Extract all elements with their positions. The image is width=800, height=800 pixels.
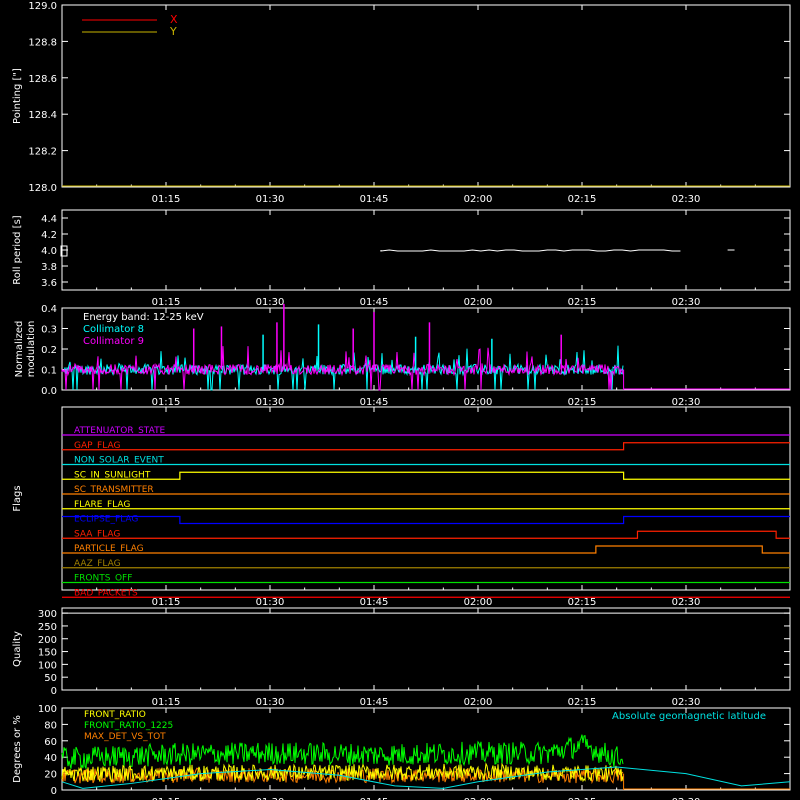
- panel-flags: 01:15 01:30 01:45 02:00 02:15 02:30FlagsATTEN…: [12, 406, 791, 608]
- flag-trace-saa-flag: [62, 530, 790, 539]
- x-tick-label: 02:00: [464, 297, 493, 308]
- flag-trace-eclipse-flag: [62, 515, 790, 525]
- y-tick-label: 3.6: [41, 278, 57, 289]
- panel-pointing: 01:15 01:30 01:45 02:00 02:15 02:30 128.0 128.2…: [12, 1, 791, 205]
- y-tick-label: 150: [38, 648, 57, 659]
- y-tick-label: 0: [51, 686, 57, 697]
- flag-trace-particle-flag: [62, 545, 790, 554]
- x-tick-label: 01:30: [256, 697, 285, 708]
- y-tick-label: 250: [38, 622, 57, 633]
- roll-frame: [61, 209, 791, 291]
- x-tick-label: 01:30: [256, 194, 285, 205]
- x-tick-label: 01:15: [152, 297, 181, 308]
- y-tick-label: 300: [38, 609, 57, 620]
- y-tick-label: 4.4: [41, 214, 57, 225]
- x-tick-label: 01:15: [152, 194, 181, 205]
- panel-quality: 01:15 01:30 01:45 02:00 02:15 02:30 0 50 100150 2…: [12, 607, 791, 708]
- x-tick-label: 01:45: [360, 397, 389, 408]
- y-tick-label: 200: [38, 635, 57, 646]
- y-tick-label: 50: [44, 673, 57, 684]
- y-tick-label: 80: [44, 720, 57, 731]
- y-axis-label-line2: modulation: [26, 321, 37, 378]
- ratio-legend-label: FRONT_RATIO_1225: [84, 721, 173, 731]
- x-tick-label: 01:15: [152, 397, 181, 408]
- x-tick-label: 02:30: [672, 397, 701, 408]
- y-tick-label: 128.0: [28, 183, 57, 194]
- x-tick-label: 02:15: [568, 397, 597, 408]
- x-tick-label: 02:00: [464, 597, 493, 608]
- modulation-series-9: [61, 346, 624, 391]
- modulation-series-label: Collimator 8: [83, 324, 144, 335]
- y-tick-label: 0.2: [41, 345, 57, 356]
- x-tick-label: 02:30: [672, 297, 701, 308]
- flag-trace-gap-flag: [62, 442, 790, 451]
- x-tick-label: 02:30: [672, 194, 701, 205]
- y-axis-label: Quality: [12, 631, 23, 667]
- y-tick-label: 100: [38, 704, 57, 715]
- y-tick-label: 100: [38, 660, 57, 671]
- y-tick-label: 128.4: [28, 110, 57, 121]
- latitude-label: Absolute geomagnetic latitude: [612, 711, 766, 722]
- y-axis-label: Degrees or %: [12, 715, 23, 783]
- y-tick-label: 0.1: [41, 366, 57, 377]
- x-tick-label: 02:00: [464, 697, 493, 708]
- y-axis-label: Flags: [12, 485, 23, 511]
- x-tick-label: 02:15: [568, 697, 597, 708]
- y-tick-label: 128.2: [28, 147, 57, 158]
- flag-trace-sc-in-sunlight: [62, 471, 790, 480]
- y-tick-label: 128.8: [28, 37, 57, 48]
- x-tick-label: 01:45: [360, 194, 389, 205]
- y-tick-label: 4.0: [41, 246, 57, 257]
- rhessi-quicklook-plot-stack: 01:15 01:30 01:45 02:00 02:15 02:30 128.0 128.2…: [12, 1, 791, 800]
- y-axis-label: Normalized: [14, 321, 25, 378]
- panel-roll: 01:15 01:30 01:45 02:00 02:15 02:30 3.6 3.8 4.0 4…: [12, 209, 791, 308]
- x-tick-label: 01:45: [360, 697, 389, 708]
- y-tick-label: 20: [44, 770, 57, 781]
- y-tick-label: 0: [51, 786, 57, 797]
- ratio-legend-label: MAX_DET_VS_TOT: [84, 732, 166, 742]
- x-tick-label: 01:15: [152, 697, 181, 708]
- x-tick-label: 01:15: [152, 597, 181, 608]
- panel-ratios: 01:1501:3001:4502:0002:1502:300204060801…: [12, 704, 791, 800]
- legend-label: Y: [169, 25, 177, 38]
- roll-period-line: [380, 249, 681, 252]
- y-tick-label: 3.8: [41, 262, 57, 273]
- y-tick-label: 128.6: [28, 74, 57, 85]
- x-tick-label: 02:00: [464, 397, 493, 408]
- x-tick-label: 02:30: [672, 697, 701, 708]
- x-tick-label: 01:45: [360, 597, 389, 608]
- y-tick-label: 60: [44, 737, 57, 748]
- x-tick-label: 02:15: [568, 597, 597, 608]
- x-tick-label: 01:30: [256, 597, 285, 608]
- y-tick-label: 0.0: [41, 386, 57, 397]
- x-tick-label: 01:30: [256, 297, 285, 308]
- y-tick-label: 40: [44, 753, 57, 764]
- y-tick-label: 0.4: [41, 304, 57, 315]
- quality-frame: [61, 607, 791, 691]
- modulation-series-label: Collimator 9: [83, 336, 144, 347]
- x-tick-label: 01:30: [256, 397, 285, 408]
- x-tick-label: 02:30: [672, 597, 701, 608]
- panel-modulation: 01:15 01:30 01:45 02:00 02:15 02:30 0.0 0.1 0.2 0…: [14, 303, 791, 408]
- x-tick-label: 02:00: [464, 194, 493, 205]
- x-tick-label: 01:45: [360, 297, 389, 308]
- x-tick-label: 02:15: [568, 194, 597, 205]
- ratio-legend-label: FRONT_RATIO: [84, 710, 146, 720]
- y-tick-label: 0.3: [41, 325, 57, 336]
- y-tick-label: 129.0: [28, 1, 57, 12]
- y-tick-label: 4.2: [41, 230, 57, 241]
- y-axis-label: Roll period [s]: [12, 215, 23, 284]
- modulation-annotation: Energy band: 12-25 keV: [83, 312, 204, 323]
- y-axis-label: Pointing ["]: [12, 68, 23, 124]
- x-tick-label: 02:15: [568, 297, 597, 308]
